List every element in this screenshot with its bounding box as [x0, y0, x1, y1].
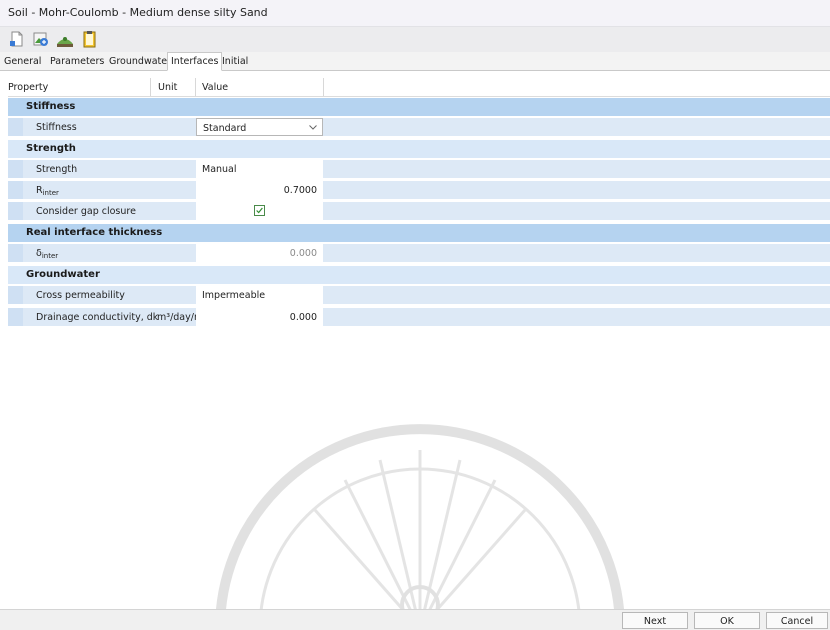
- row-delta-inter: δinter 0.000: [8, 244, 830, 262]
- strength-value-text: Manual: [202, 164, 237, 175]
- property-label: Strength: [36, 164, 78, 175]
- ok-button[interactable]: OK: [694, 612, 760, 629]
- property-label: Rinter: [36, 185, 59, 197]
- checkmark-icon: [256, 207, 263, 214]
- row-drainage-conductivity: Drainage conductivity, dk m³/day/m 0.000: [8, 308, 830, 326]
- gap-closure-checkbox[interactable]: [254, 205, 265, 216]
- cancel-button[interactable]: Cancel: [766, 612, 828, 629]
- column-divider[interactable]: [150, 78, 151, 96]
- header-value: Value: [202, 82, 229, 93]
- row-indent: [8, 244, 23, 262]
- delta-inter-input[interactable]: 0.000: [196, 244, 323, 262]
- next-button[interactable]: Next: [622, 612, 688, 629]
- section-stiffness[interactable]: Stiffness: [8, 98, 830, 116]
- row-rinter: Rinter 0.7000: [8, 181, 830, 199]
- cross-permeability-text: Impermeable: [202, 290, 266, 301]
- header-property: Property: [8, 82, 49, 93]
- column-divider[interactable]: [195, 78, 196, 96]
- window-title: Soil - Mohr-Coulomb - Medium dense silty…: [8, 6, 268, 19]
- strength-value[interactable]: Manual: [196, 160, 323, 178]
- row-indent: [8, 118, 23, 136]
- section-strength[interactable]: Strength: [8, 140, 830, 158]
- section-real-interface-thickness[interactable]: Real interface thickness: [8, 224, 830, 242]
- dropdown-value: Standard: [203, 123, 247, 134]
- title-bar: Soil - Mohr-Coulomb - Medium dense silty…: [0, 0, 830, 27]
- section-title: Stiffness: [26, 101, 76, 112]
- header-unit: Unit: [158, 82, 178, 93]
- column-divider[interactable]: [323, 78, 324, 96]
- tab-initial[interactable]: Initial: [219, 54, 251, 69]
- soil-mound-icon[interactable]: [56, 30, 74, 48]
- drainage-conductivity-input[interactable]: 0.000: [196, 308, 323, 326]
- grid-header: Property Unit Value: [8, 78, 830, 97]
- gap-closure-cell: [196, 202, 323, 220]
- property-label: Stiffness: [36, 122, 77, 133]
- tab-parameters[interactable]: Parameters: [47, 54, 107, 69]
- property-label: Drainage conductivity, dk: [36, 312, 159, 323]
- tab-bar: General Parameters Groundwater Interface…: [0, 52, 830, 71]
- clipboard-icon[interactable]: [80, 30, 98, 48]
- drainage-conductivity-value: 0.000: [289, 312, 317, 323]
- new-document-icon[interactable]: [8, 30, 26, 48]
- tab-general[interactable]: General: [1, 54, 44, 69]
- watermark-emblem: [215, 424, 625, 629]
- section-title: Real interface thickness: [26, 227, 163, 238]
- rinter-input[interactable]: 0.7000: [196, 181, 323, 199]
- section-groundwater[interactable]: Groundwater: [8, 266, 830, 284]
- stiffness-dropdown[interactable]: Standard: [196, 118, 323, 136]
- delta-inter-value: 0.000: [289, 248, 317, 259]
- row-cross-permeability: Cross permeability Impermeable: [8, 286, 830, 304]
- tab-interfaces[interactable]: Interfaces: [167, 52, 223, 71]
- chevron-down-icon: [309, 125, 317, 130]
- row-strength: Strength Manual: [8, 160, 830, 178]
- section-title: Groundwater: [26, 269, 100, 280]
- dialog-footer: Next OK Cancel: [0, 609, 830, 630]
- row-indent: [8, 286, 23, 304]
- toolbar: [0, 27, 830, 52]
- section-title: Strength: [26, 143, 76, 154]
- property-label: δinter: [36, 248, 59, 260]
- row-gap-closure: Consider gap closure: [8, 202, 830, 220]
- row-stiffness: Stiffness Standard: [8, 118, 830, 136]
- rinter-value: 0.7000: [283, 185, 317, 196]
- cross-permeability-value[interactable]: Impermeable: [196, 286, 323, 304]
- tab-groundwater[interactable]: Groundwater: [106, 54, 174, 69]
- row-indent: [8, 202, 23, 220]
- property-label: Cross permeability: [36, 290, 125, 301]
- row-indent: [8, 160, 23, 178]
- open-image-icon[interactable]: [32, 30, 50, 48]
- row-indent: [8, 181, 23, 199]
- row-indent: [8, 308, 23, 326]
- property-label: Consider gap closure: [36, 206, 136, 217]
